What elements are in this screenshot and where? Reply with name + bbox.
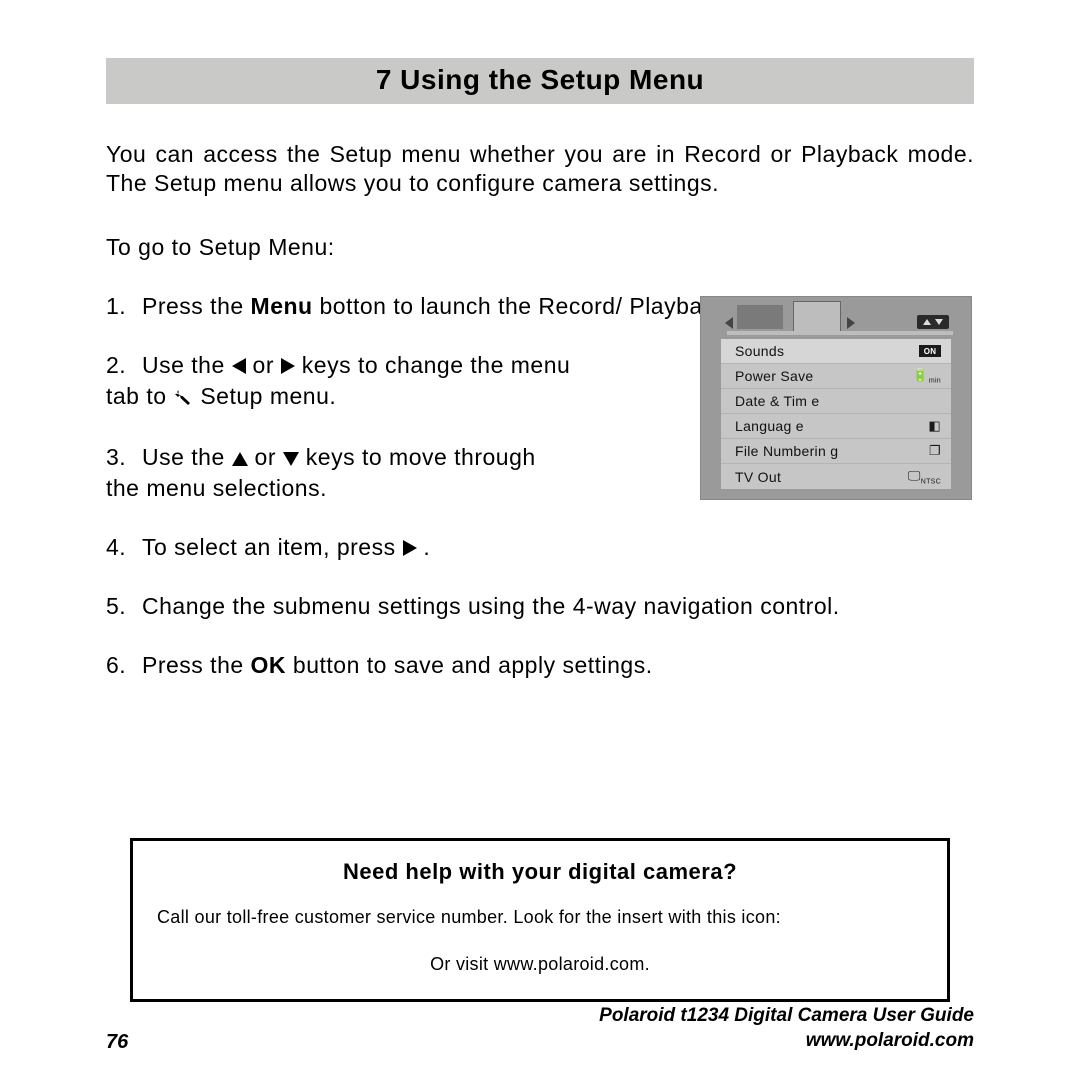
up-arrow-icon	[232, 452, 248, 466]
cam-row-label: TV Out	[735, 469, 781, 485]
footer-guide: Polaroid t1234 Digital Camera User Guide	[599, 1003, 974, 1029]
section-heading: 7 Using the Setup Menu	[106, 58, 974, 104]
step-text: To select an item, press	[142, 534, 403, 560]
help-title: Need help with your digital camera?	[151, 859, 929, 885]
step-text: or	[248, 444, 283, 470]
left-arrow-icon	[232, 358, 246, 374]
battery-icon: 🔋min	[912, 367, 941, 385]
wrench-icon	[173, 383, 193, 414]
down-caret-icon	[935, 319, 943, 325]
step-text: Setup menu.	[193, 383, 336, 409]
footer-url: www.polaroid.com	[599, 1028, 974, 1054]
cam-row-label: Date & Tim e	[735, 393, 820, 409]
cam-row-datetime: Date & Tim e	[721, 389, 951, 414]
cam-rows: Sounds ON Power Save 🔋min Date & Tim e L…	[721, 339, 951, 489]
step-5: 5.Change the submenu settings using the …	[106, 591, 974, 622]
step-text: button to save and apply settings.	[286, 652, 653, 678]
copy-icon: ❐	[929, 443, 941, 459]
cam-row-tvout: TV Out 🖵NTSC	[721, 464, 951, 489]
lead-text: To go to Setup Menu:	[106, 234, 974, 261]
step-text: Use the	[142, 444, 232, 470]
step-6: 6.Press the OK button to save and apply …	[106, 650, 974, 681]
cam-row-label: File Numberin g	[735, 443, 838, 459]
down-arrow-icon	[283, 452, 299, 466]
step-2: 2.Use the or keys to change the menu tab…	[106, 350, 576, 414]
page-footer: 76 Polaroid t1234 Digital Camera User Gu…	[106, 1003, 974, 1054]
cam-row-label: Power Save	[735, 368, 813, 384]
step-text: Press the	[142, 293, 251, 319]
help-box: Need help with your digital camera? Call…	[130, 838, 950, 1002]
right-arrow-icon	[403, 540, 417, 556]
ok-label: OK	[251, 652, 287, 678]
step-text: .	[417, 534, 431, 560]
cam-tab	[737, 305, 783, 329]
cam-row-label: Sounds	[735, 343, 784, 359]
step-text: or	[246, 352, 281, 378]
cam-row-sounds: Sounds ON	[721, 339, 951, 364]
cam-row-label: Languag e	[735, 418, 804, 434]
step-text: Change the submenu settings using the 4-…	[142, 593, 840, 619]
step-3: 3.Use the or keys to move through the me…	[106, 442, 576, 504]
tab-left-arrow-icon	[725, 317, 733, 329]
cam-row-powersave: Power Save 🔋min	[721, 364, 951, 389]
manual-page: 7 Using the Setup Menu You can access th…	[0, 0, 1080, 1080]
cam-row-filenum: File Numberin g ❐	[721, 439, 951, 464]
language-icon: ◧	[928, 418, 941, 434]
page-number: 76	[106, 1031, 128, 1054]
up-caret-icon	[923, 319, 931, 325]
scroll-indicator	[917, 315, 949, 329]
cam-row-language: Languag e ◧	[721, 414, 951, 439]
step-4: 4.To select an item, press .	[106, 532, 974, 563]
step-text: Use the	[142, 352, 232, 378]
menu-label: Menu	[251, 293, 313, 319]
tab-right-arrow-icon	[847, 317, 855, 329]
step-text: Press the	[142, 652, 251, 678]
cam-tab-active	[793, 301, 841, 333]
camera-menu-illustration: Sounds ON Power Save 🔋min Date & Tim e L…	[700, 296, 972, 500]
help-visit: Or visit www.polaroid.com.	[151, 954, 929, 975]
footer-right: Polaroid t1234 Digital Camera User Guide…	[599, 1003, 974, 1054]
tv-icon: 🖵NTSC	[908, 468, 941, 486]
right-arrow-icon	[281, 358, 295, 374]
intro-paragraph: You can access the Setup menu whether yo…	[106, 140, 974, 198]
help-line: Call our toll-free customer service numb…	[151, 907, 929, 928]
cam-tab-bar	[701, 297, 971, 339]
on-badge-icon: ON	[919, 345, 941, 357]
tab-underline	[727, 331, 953, 335]
